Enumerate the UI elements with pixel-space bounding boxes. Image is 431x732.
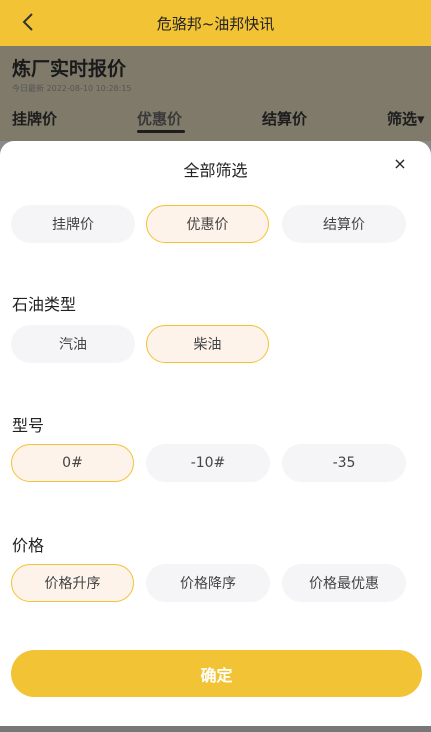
tab-settlement-price[interactable]: 结算价 [262,108,307,129]
filter-sheet: 全部筛选 × 挂牌价 优惠价 结算价 石油类型 汽油 柴油 型号 0# -10#… [0,141,431,726]
tab-listed-price[interactable]: 挂牌价 [12,108,57,129]
bottom-strip [0,726,431,732]
sheet-title: 全部筛选 [183,161,248,180]
close-icon[interactable]: × [391,155,409,173]
page-headline: 炼厂实时报价 [12,58,127,80]
chip-discount-price[interactable]: 优惠价 [146,205,269,243]
page-subtitle: 今日最新 2022-08-10 10:28:15 [12,84,132,93]
chip-gasoline[interactable]: 汽油 [11,325,135,363]
model-label: 型号 [12,416,45,435]
chip-listed-price[interactable]: 挂牌价 [11,205,135,243]
chip-price-best[interactable]: 价格最优惠 [282,564,406,602]
chip-model-minus35[interactable]: -35 [282,444,406,482]
price-tabs: 挂牌价 优惠价 结算价 筛选▾ [0,106,431,136]
active-tab-indicator [137,130,185,133]
nav-bar: 危骆邦~油邦快讯 [0,0,431,46]
price-sort-label: 价格 [12,536,45,555]
tab-discount-price[interactable]: 优惠价 [137,108,182,129]
background-page: 炼厂实时报价 今日最新 2022-08-10 10:28:15 挂牌价 优惠价 … [0,46,431,141]
chip-diesel[interactable]: 柴油 [146,325,269,363]
chip-price-asc[interactable]: 价格升序 [11,564,134,602]
confirm-button[interactable]: 确定 [11,650,422,697]
back-arrow-icon[interactable] [18,11,40,33]
oil-type-label: 石油类型 [12,295,77,314]
chip-model-minus10[interactable]: -10# [146,444,270,482]
chip-price-desc[interactable]: 价格降序 [146,564,270,602]
chip-settlement-price[interactable]: 结算价 [282,205,406,243]
chip-model-0[interactable]: 0# [11,444,134,482]
app-title: 危骆邦~油邦快讯 [156,14,275,33]
tab-filter[interactable]: 筛选▾ [387,108,425,129]
